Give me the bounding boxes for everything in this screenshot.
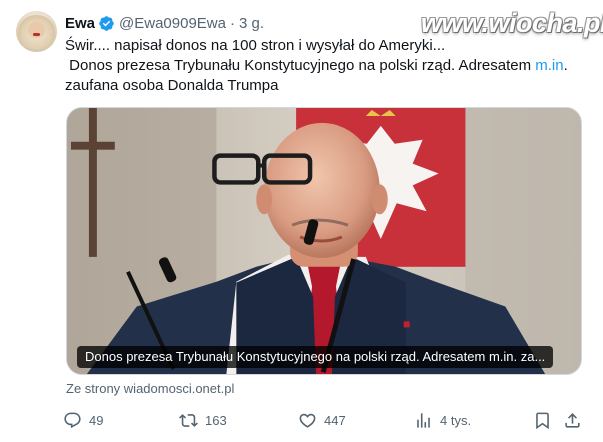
like-icon	[299, 413, 316, 428]
retweet-icon	[179, 413, 198, 427]
media-photo	[67, 108, 581, 374]
views-count: 4 tys.	[440, 412, 472, 428]
verified-badge-icon	[99, 15, 114, 31]
tweet-timestamp[interactable]: 3 g.	[239, 15, 264, 32]
tweet-actions: 49 163 447 4 tys.	[60, 404, 590, 436]
tweet-text-line-2: Donos prezesa Trybunału Konstytucyjnego …	[65, 56, 590, 76]
bookmark-button[interactable]	[533, 404, 552, 436]
tweet-header: Ewa @Ewa0909Ewa · 3 g.	[65, 13, 264, 33]
tweet[interactable]: Ewa @Ewa0909Ewa · 3 g. www.wiocha.pl Świ…	[0, 0, 603, 442]
watermark: www.wiocha.pl	[421, 8, 603, 38]
reply-icon	[64, 412, 81, 428]
header-separator: ·	[229, 14, 235, 32]
retweet-button[interactable]: 163	[179, 404, 227, 436]
media-caption: Donos prezesa Trybunału Konstytucyjnego …	[77, 346, 554, 368]
views-icon	[417, 412, 430, 428]
like-button[interactable]: 447	[298, 404, 346, 436]
reply-count: 49	[89, 412, 104, 428]
share-icon	[565, 412, 580, 428]
tweet-text-line-1: Świr.... napisał donos na 100 stron i wy…	[65, 37, 446, 54]
tweet-media-card[interactable]: Donos prezesa Trybunału Konstytucyjnego …	[66, 107, 582, 375]
author-handle[interactable]: @Ewa0909Ewa	[119, 15, 226, 32]
tweet-text-line-2-end: .	[563, 57, 568, 74]
reply-button[interactable]: 49	[63, 404, 103, 436]
link-source[interactable]: Ze strony wiadomosci.onet.pl	[66, 381, 234, 396]
bookmark-icon	[536, 412, 549, 429]
share-button[interactable]	[563, 404, 582, 436]
like-count: 447	[324, 412, 346, 428]
avatar-lips-shape	[33, 33, 40, 36]
avatar[interactable]	[16, 11, 57, 52]
tweet-text-line-2-start: Donos prezesa Trybunału Konstytucyjnego …	[65, 57, 536, 74]
views-button[interactable]: 4 tys.	[414, 404, 471, 436]
tweet-text-line-3: zaufana osoba Donalda Trumpa	[65, 77, 279, 94]
tweet-text-link[interactable]: m.in	[535, 57, 563, 74]
tweet-text: Świr.... napisał donos na 100 stron i wy…	[65, 36, 590, 96]
retweet-count: 163	[205, 412, 227, 428]
author-name[interactable]: Ewa	[65, 15, 95, 32]
